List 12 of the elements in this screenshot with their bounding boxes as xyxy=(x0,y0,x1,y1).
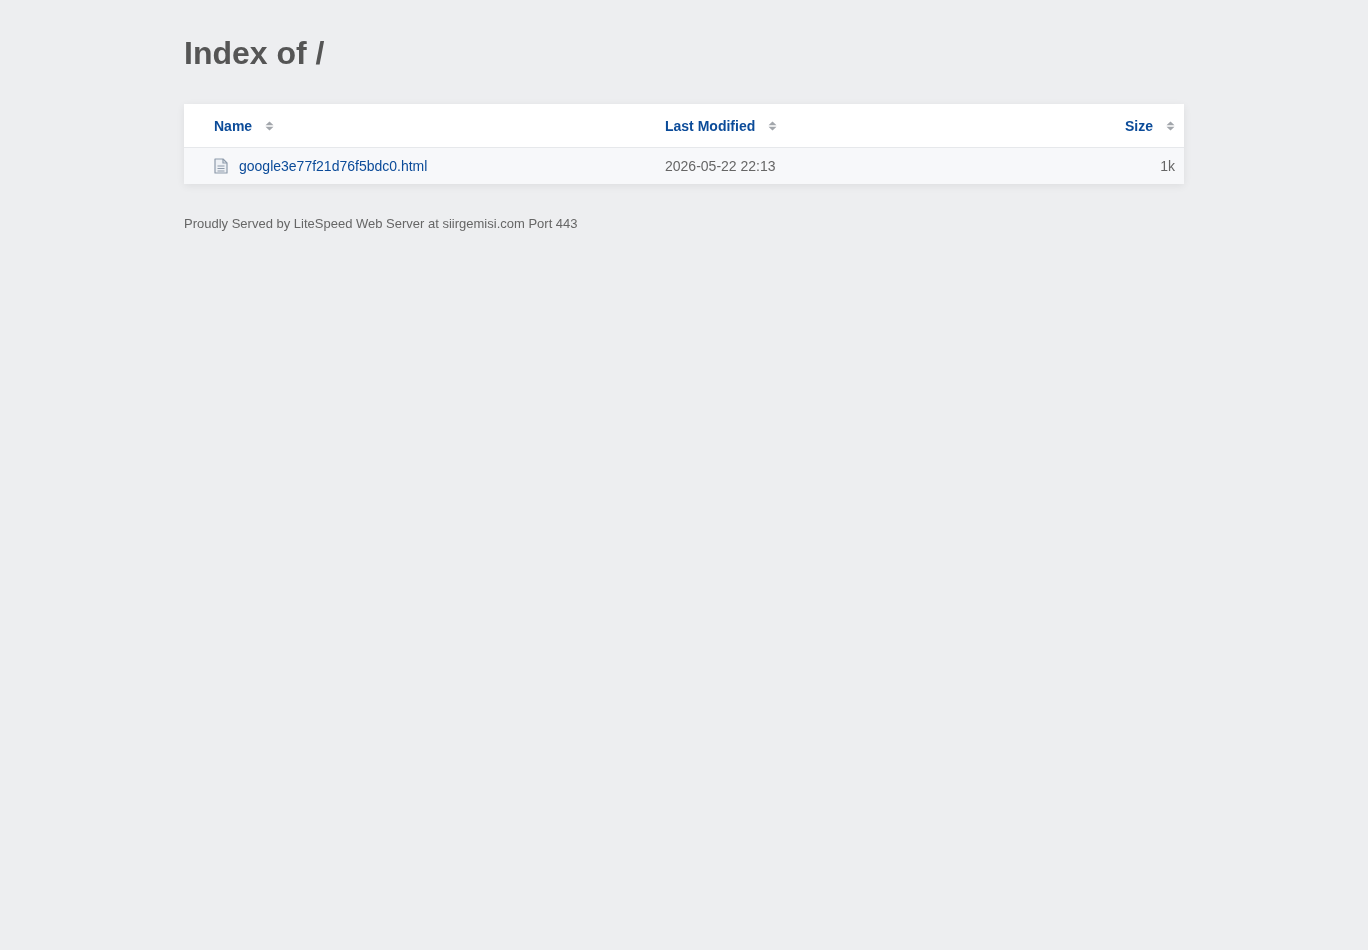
server-footer: Proudly Served by LiteSpeed Web Server at siirgemisi.com Port 443 xyxy=(184,216,1184,232)
modified-date: 2026-05-22 22:13 xyxy=(665,157,776,175)
sort-icon xyxy=(265,120,275,131)
file-link[interactable]: google3e77f21d76f5bdc0.html xyxy=(239,157,428,175)
file-size: 1k xyxy=(1160,157,1175,175)
column-sort-link[interactable]: Name xyxy=(214,116,253,135)
column-sort-link[interactable]: Last Modified xyxy=(665,116,756,135)
document-icon xyxy=(214,158,228,174)
page-title: Index of / xyxy=(184,34,326,73)
sort-icon xyxy=(1166,120,1175,131)
sort-icon xyxy=(768,120,778,131)
column-sort-link[interactable]: Size xyxy=(1125,116,1153,135)
